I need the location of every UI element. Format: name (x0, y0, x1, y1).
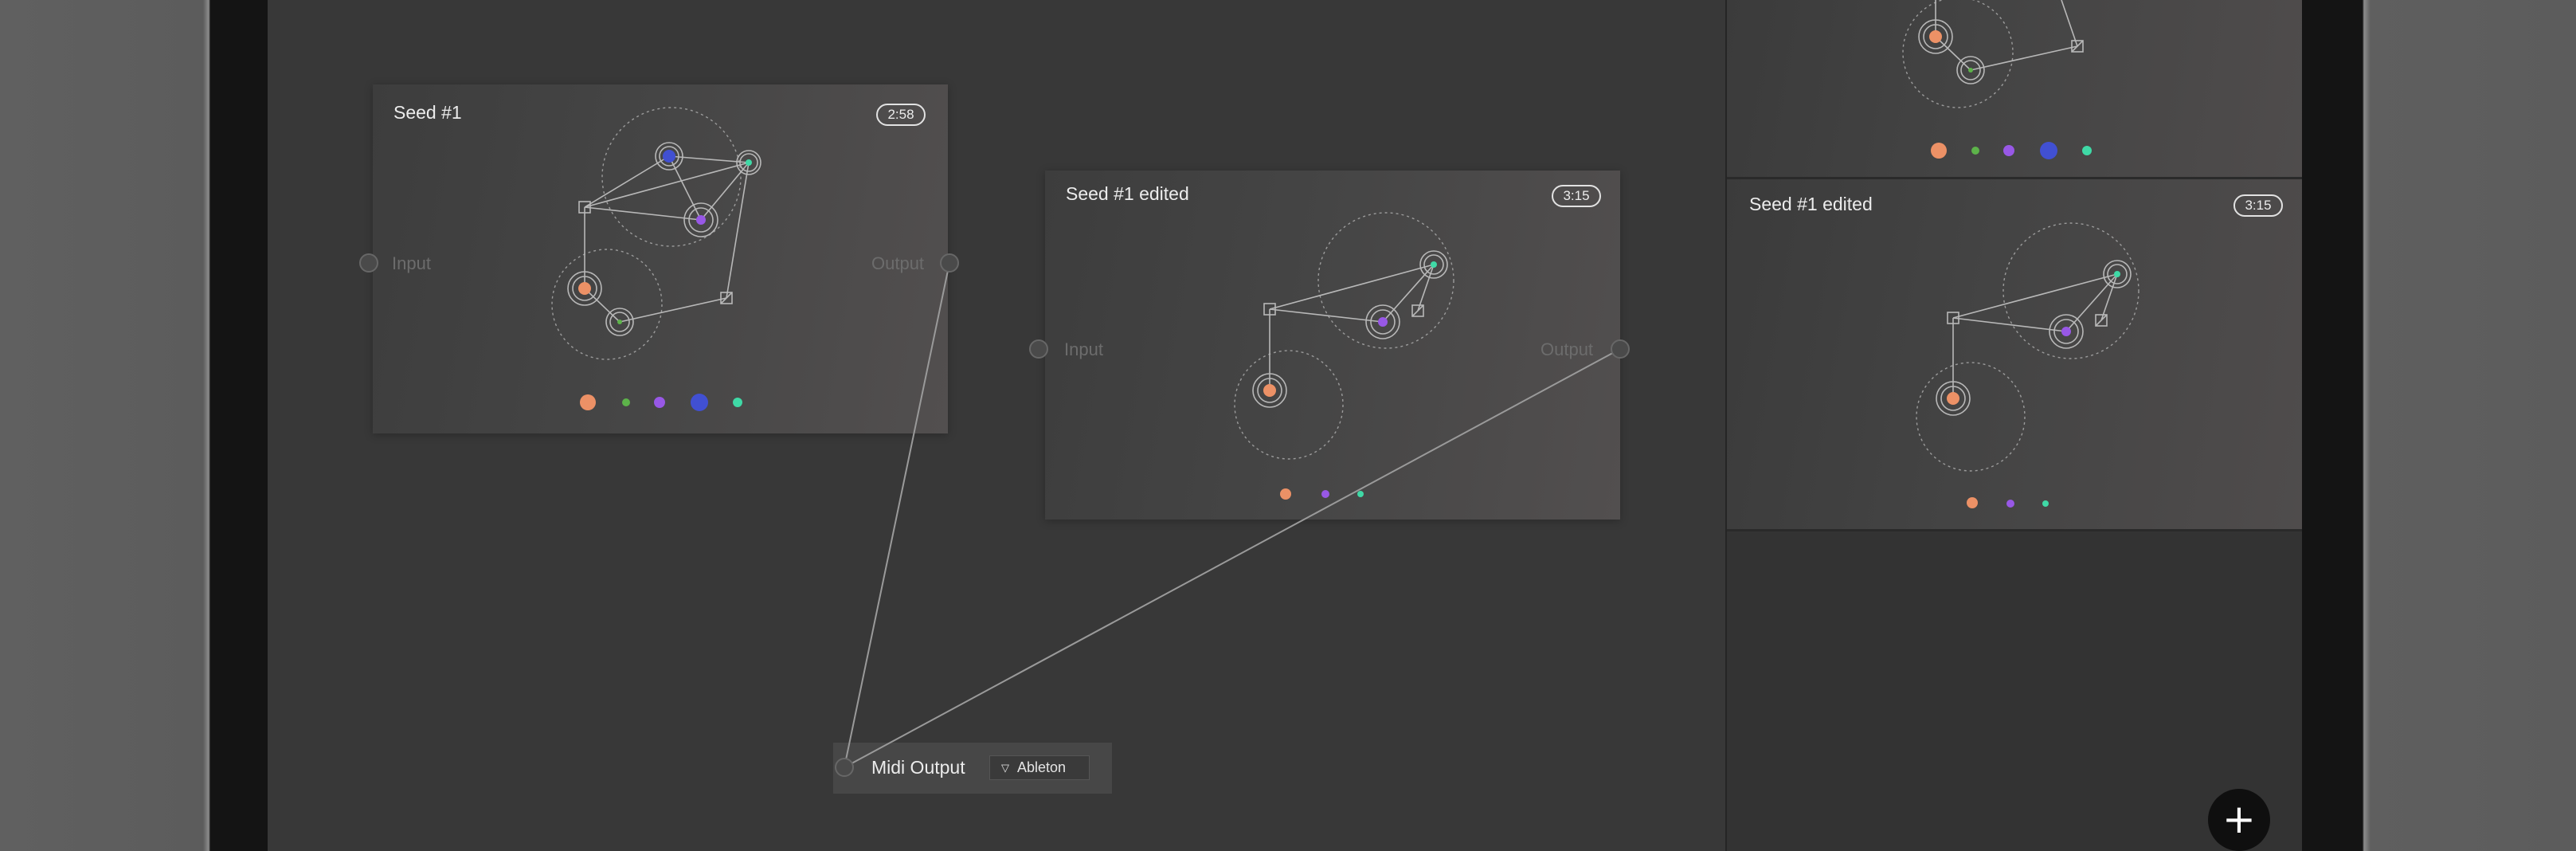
dot-purple (2003, 145, 2014, 156)
output-label: Output (1541, 339, 1594, 359)
node-canvas[interactable]: Seed #1 2:58 Input Output Seed #1 edited… (268, 0, 1725, 851)
library-card[interactable]: Seed #1 edited 3:15 (1727, 179, 2302, 529)
midi-output-node[interactable]: Midi Output ▽ Ableton (833, 743, 1112, 794)
seed-graph (1902, 0, 2092, 159)
seed-graph (1916, 222, 2139, 508)
dot-blue (2040, 142, 2057, 159)
input-label: Input (392, 253, 431, 273)
dot-orange (1967, 497, 1978, 508)
sidebar-divider (1727, 529, 2302, 531)
dot-purple (2006, 500, 2014, 508)
midi-output-label: Midi Output (871, 757, 965, 778)
desktop-background-left (0, 0, 210, 851)
midi-device-value: Ableton (1017, 759, 1067, 775)
seed-node-edited[interactable]: Seed #1 edited 3:15 (1045, 171, 1620, 520)
input-port[interactable] (1029, 339, 1048, 359)
output-port[interactable] (940, 253, 959, 273)
seed-node[interactable]: Seed #1 2:58 (373, 84, 948, 433)
output-port[interactable] (1611, 339, 1630, 359)
dot-orange (580, 394, 596, 410)
dot-green (1971, 147, 1979, 155)
midi-input-port[interactable] (835, 758, 854, 777)
dot-purple (654, 397, 665, 408)
dot-blue (691, 394, 708, 411)
dot-purple (1321, 490, 1329, 498)
device-bezel-left (210, 0, 268, 851)
midi-device-select[interactable]: ▽ Ableton (989, 755, 1090, 780)
input-label: Input (1064, 339, 1103, 359)
dot-teal (1357, 491, 1364, 497)
dot-orange (1931, 143, 1947, 159)
dot-teal (2082, 146, 2092, 155)
seed-graph (1234, 212, 1454, 500)
dot-orange (1280, 488, 1291, 500)
triangle-down-icon: ▽ (1001, 762, 1009, 774)
add-seed-button[interactable]: + (2208, 789, 2270, 851)
input-port[interactable] (359, 253, 378, 273)
seed-library-sidebar[interactable]: Seed #1 edited 3:15 (1725, 0, 2302, 851)
dot-green (622, 398, 630, 406)
dot-teal (733, 398, 742, 407)
output-label: Output (871, 253, 925, 273)
desktop-background-right (2363, 0, 2576, 851)
dot-teal (2042, 500, 2049, 507)
device-bezel-right (2302, 0, 2363, 851)
library-card[interactable] (1727, 0, 2302, 177)
seed-graph (551, 107, 761, 411)
